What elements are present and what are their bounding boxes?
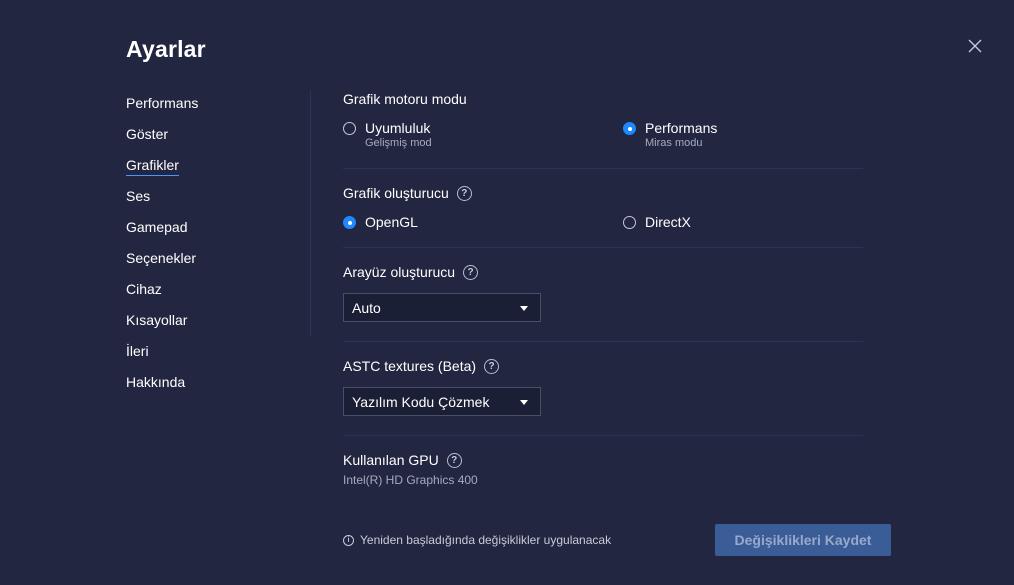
section-divider [343,341,863,342]
radio-directx-circle[interactable] [623,216,636,229]
info-icon: i [343,534,354,546]
radio-uyumluluk-sublabel: Gelişmiş mod [365,137,432,149]
radio-uyumluluk-label: Uyumluluk [365,120,431,136]
radio-performans-sublabel: Miras modu [645,137,703,149]
gpu-value: Intel(R) HD Graphics 400 [343,473,478,487]
save-changes-button[interactable]: Değişiklikleri Kaydet [715,524,891,556]
help-icon[interactable]: ? [446,452,462,468]
chevron-down-icon [520,400,528,405]
interface-renderer-title-text: Arayüz oluşturucu [343,264,456,280]
help-icon[interactable]: ? [463,264,479,280]
sidebar-item-ses[interactable]: Ses [126,188,150,206]
interface-renderer-title: Arayüz oluşturucu ? [343,264,479,280]
interface-renderer-value: Auto [352,299,381,316]
help-icon[interactable]: ? [484,358,500,374]
radio-opengl-circle[interactable] [343,216,356,229]
astc-value: Yazılım Kodu Çözmek [352,393,490,410]
astc-select[interactable]: Yazılım Kodu Çözmek [343,387,541,416]
sidebar-item-cihaz[interactable]: Cihaz [126,281,162,299]
graphics-engine-title-text: Grafik motoru modu [343,91,467,107]
astc-title: ASTC textures (Beta) ? [343,358,500,374]
section-divider [343,247,863,248]
radio-opengl[interactable]: OpenGL [343,214,418,230]
page-title: Ayarlar [126,36,206,62]
help-icon[interactable]: ? [456,185,472,201]
sidebar-item-grafikler[interactable]: Grafikler [126,157,179,176]
radio-uyumluluk-circle[interactable] [343,122,356,135]
chevron-down-icon [520,306,528,311]
radio-performans-label: Performans [645,120,718,136]
gpu-title-text: Kullanılan GPU [343,452,439,468]
sidebar-item-kisayollar[interactable]: Kısayollar [126,312,187,330]
radio-opengl-label: OpenGL [365,214,418,230]
restart-note: i Yeniden başladığında değişiklikler uyg… [343,533,611,547]
section-divider [343,435,863,436]
sidebar-item-hakkinda[interactable]: Hakkında [126,374,185,392]
section-divider [343,168,863,169]
sidebar-divider [310,90,311,337]
sidebar-item-performans[interactable]: Performans [126,95,198,113]
astc-title-text: ASTC textures (Beta) [343,358,477,374]
sidebar-item-ileri[interactable]: İleri [126,343,149,361]
radio-directx-label: DirectX [645,214,691,230]
sidebar-item-goster[interactable]: Göster [126,126,168,144]
radio-performans-circle[interactable] [623,122,636,135]
graphics-engine-title: Grafik motoru modu [343,91,467,107]
close-icon[interactable] [964,35,986,57]
sidebar-item-gamepad[interactable]: Gamepad [126,219,187,237]
radio-performans[interactable]: Performans Miras modu [623,120,717,149]
restart-note-text: Yeniden başladığında değişiklikler uygul… [360,533,612,547]
interface-renderer-select[interactable]: Auto [343,293,541,322]
sidebar-item-secenekler[interactable]: Seçenekler [126,250,196,268]
renderer-title-text: Grafik oluşturucu [343,185,449,201]
gpu-title: Kullanılan GPU ? [343,452,462,468]
radio-uyumluluk[interactable]: Uyumluluk Gelişmiş mod [343,120,432,149]
renderer-title: Grafik oluşturucu ? [343,185,472,201]
radio-directx[interactable]: DirectX [623,214,691,230]
